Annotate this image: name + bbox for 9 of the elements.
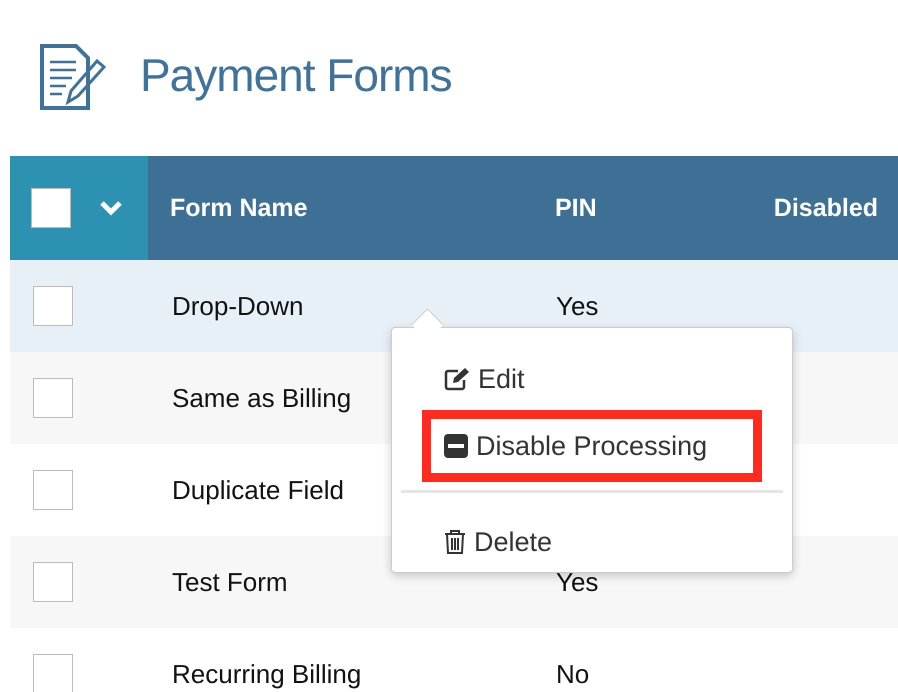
table-cell: Recurring Billing bbox=[172, 658, 362, 688]
table-cell: Duplicate Field bbox=[172, 474, 344, 504]
page-title: Payment Forms bbox=[140, 48, 452, 102]
table-cell: Same as Billing bbox=[172, 382, 352, 412]
table-cell: Test Form bbox=[172, 566, 288, 596]
table-cell: Yes bbox=[556, 566, 598, 596]
table-cell: Drop-Down bbox=[172, 290, 304, 320]
table-cell: Yes bbox=[556, 290, 598, 320]
table-cell: No bbox=[556, 658, 590, 688]
